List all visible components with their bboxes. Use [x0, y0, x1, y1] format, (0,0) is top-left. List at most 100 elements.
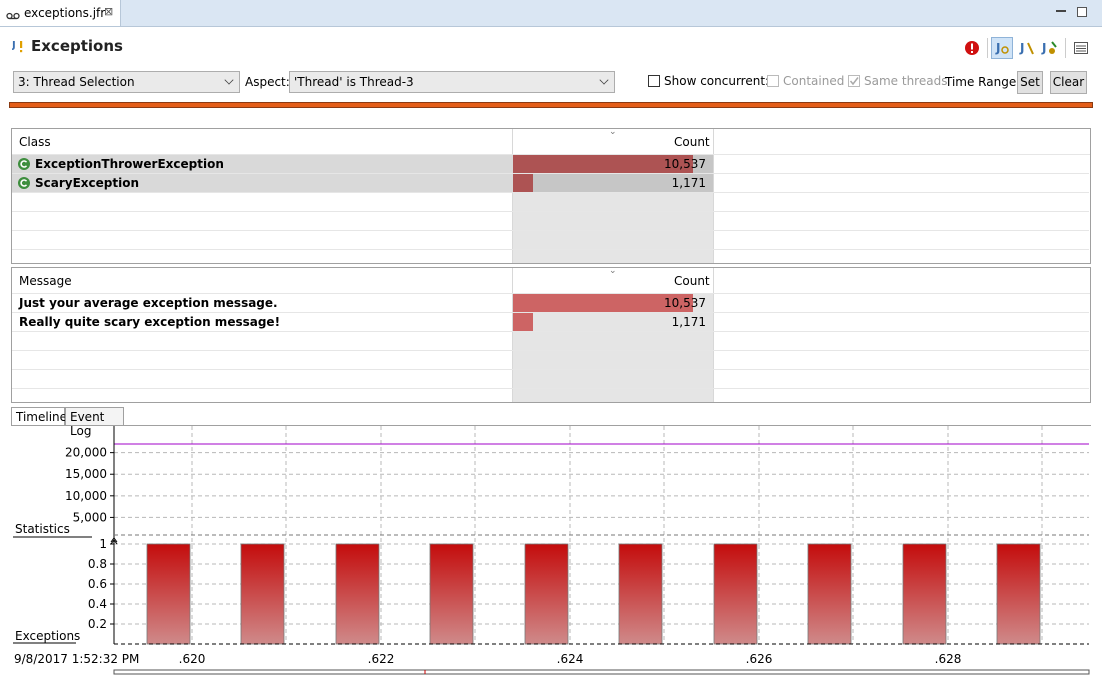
- empty-row: [12, 193, 1089, 212]
- empty-row: [12, 351, 1089, 370]
- filter-thread-button[interactable]: J: [991, 37, 1013, 59]
- x-tick-label: .624: [557, 652, 584, 666]
- empty-row: [12, 231, 1089, 250]
- exception-bar: [902, 543, 947, 645]
- exceptions-y-tick-label: 0.2: [88, 617, 107, 631]
- count-value: 1,171: [671, 315, 706, 329]
- class-icon: [17, 157, 31, 174]
- exception-bar: [996, 543, 1041, 645]
- stats-y-tick-label: 20,000: [65, 446, 107, 460]
- count-bar: [513, 313, 533, 331]
- statistics-lane-label: Statistics: [15, 522, 70, 536]
- class-name: ExceptionThrowerException: [35, 157, 224, 171]
- same-threads-checkbox[interactable]: [848, 75, 860, 87]
- exceptions-y-tick-label: 0.6: [88, 577, 107, 591]
- svg-text:J: J: [12, 40, 16, 51]
- time-range-scrollbar: [113, 669, 1090, 675]
- count-column-header[interactable]: Count: [674, 135, 710, 149]
- empty-row: [12, 212, 1089, 231]
- error-icon[interactable]: [964, 40, 980, 59]
- maximize-icon[interactable]: [1077, 7, 1087, 17]
- start-time-label: 9/8/2017 1:52:32 PM: [14, 652, 139, 666]
- set-button[interactable]: Set: [1017, 71, 1043, 94]
- count-cell: 10,537: [513, 294, 713, 312]
- exceptions-y-tick-label: 1: [99, 537, 107, 551]
- exception-bar: [335, 543, 380, 645]
- message-column-header[interactable]: Message: [19, 274, 72, 288]
- svg-text:J: J: [1041, 41, 1046, 55]
- toolbar-separator: [987, 38, 988, 58]
- exception-bar: [713, 543, 758, 645]
- exception-bar: [240, 543, 285, 645]
- thread-group-icon[interactable]: J: [1040, 39, 1058, 60]
- count-cell: 1,171: [513, 174, 713, 192]
- stats-y-tick-label: 15,000: [65, 467, 107, 481]
- contained-checkbox[interactable]: [767, 75, 779, 87]
- thread-icon[interactable]: J: [1018, 39, 1036, 60]
- count-column-header[interactable]: Count: [674, 274, 710, 288]
- recording-icon: [6, 9, 20, 23]
- selection-value: 3: Thread Selection: [18, 75, 135, 89]
- table-row[interactable]: ExceptionThrowerException 10,537: [12, 155, 1089, 174]
- page-title: Exceptions: [31, 37, 123, 55]
- stats-y-tick-label: 10,000: [65, 489, 107, 503]
- exception-bar: [524, 543, 569, 645]
- exceptions-lane-label: Exceptions: [15, 629, 80, 643]
- svg-text:J: J: [995, 41, 1000, 55]
- count-value: 10,537: [664, 157, 706, 171]
- minimize-icon[interactable]: [1056, 10, 1066, 12]
- show-concurrent-checkbox[interactable]: [648, 75, 660, 87]
- count-value: 1,171: [671, 176, 706, 190]
- chevron-down-icon: [224, 75, 234, 85]
- count-cell: 10,537: [513, 155, 713, 173]
- editor-tab-exceptions[interactable]: exceptions.jfr ⊠: [0, 0, 121, 26]
- exception-bar: [146, 543, 191, 645]
- timeline-chart[interactable]: 20,000 15,000 10,000 5,000Statistics 1 0.8 0.6…: [0, 426, 1102, 700]
- exception-bar: [807, 543, 852, 645]
- aspect-combo[interactable]: 'Thread' is Thread-3: [289, 71, 615, 93]
- exceptions-y-tick-label: 0.4: [88, 597, 107, 611]
- exception-bar: [429, 543, 474, 645]
- chevron-down-icon: [599, 75, 609, 85]
- sort-descending-icon: ⌄: [609, 127, 617, 137]
- time-range-label: Time Range:: [945, 75, 1021, 89]
- exceptions-icon: J: [11, 38, 26, 57]
- editor-tab-bar: [0, 0, 1102, 27]
- class-table: Class ⌄ Count ExceptionThrowerException 1…: [11, 127, 1091, 264]
- table-row[interactable]: ScaryException 1,171: [12, 174, 1089, 193]
- contained-label: Contained: [783, 74, 845, 88]
- x-tick-label: .622: [368, 652, 395, 666]
- close-icon[interactable]: ⊠: [104, 5, 113, 18]
- same-threads-label: Same threads: [864, 74, 948, 88]
- svg-text:J: J: [1019, 41, 1024, 55]
- tab-timeline[interactable]: Timeline: [11, 407, 67, 426]
- show-concurrent-label: Show concurrent:: [664, 74, 770, 88]
- sort-descending-icon: ⌄: [609, 266, 617, 276]
- class-column-header[interactable]: Class: [19, 135, 51, 149]
- table-row[interactable]: Really quite scary exception message! 1,1…: [12, 313, 1089, 332]
- table-settings-icon[interactable]: [1074, 42, 1088, 57]
- exceptions-y-tick-label: 0.8: [88, 557, 107, 571]
- editor-tab-label: exceptions.jfr: [24, 6, 106, 20]
- tab-event-log[interactable]: Event Log: [65, 407, 124, 438]
- class-name: ScaryException: [35, 176, 140, 190]
- table-row[interactable]: Just your average exception message. 10,5…: [12, 294, 1089, 313]
- message-name: Really quite scary exception message!: [19, 315, 281, 329]
- x-tick-label: .628: [935, 652, 962, 666]
- selection-combo[interactable]: 3: Thread Selection: [13, 71, 240, 93]
- x-tick-label: .620: [179, 652, 206, 666]
- message-name: Just your average exception message.: [19, 296, 278, 310]
- message-table: Message ⌄ Count Just your average except…: [11, 266, 1091, 403]
- count-cell: 1,171: [513, 313, 713, 331]
- aspect-label: Aspect:: [245, 75, 290, 89]
- count-bar: [513, 174, 533, 192]
- count-value: 10,537: [664, 296, 706, 310]
- stats-y-tick-label: 5,000: [73, 510, 107, 524]
- toolbar-separator: [1065, 38, 1066, 58]
- time-range-selection-bar[interactable]: [9, 102, 1093, 108]
- exception-bar: [618, 543, 663, 645]
- clear-button[interactable]: Clear: [1050, 71, 1087, 94]
- aspect-value: 'Thread' is Thread-3: [294, 75, 414, 89]
- class-icon: [17, 176, 31, 193]
- x-tick-label: .626: [746, 652, 773, 666]
